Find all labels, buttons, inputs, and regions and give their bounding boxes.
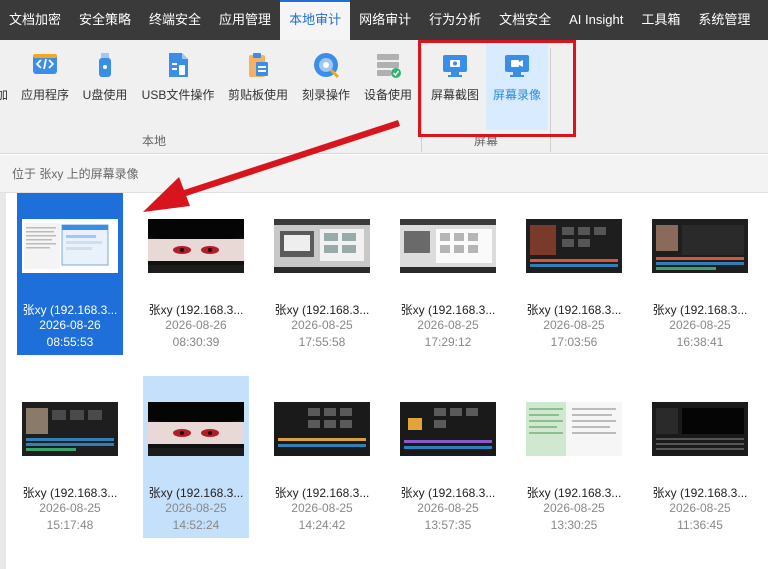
annotation-arrow (143, 120, 400, 212)
